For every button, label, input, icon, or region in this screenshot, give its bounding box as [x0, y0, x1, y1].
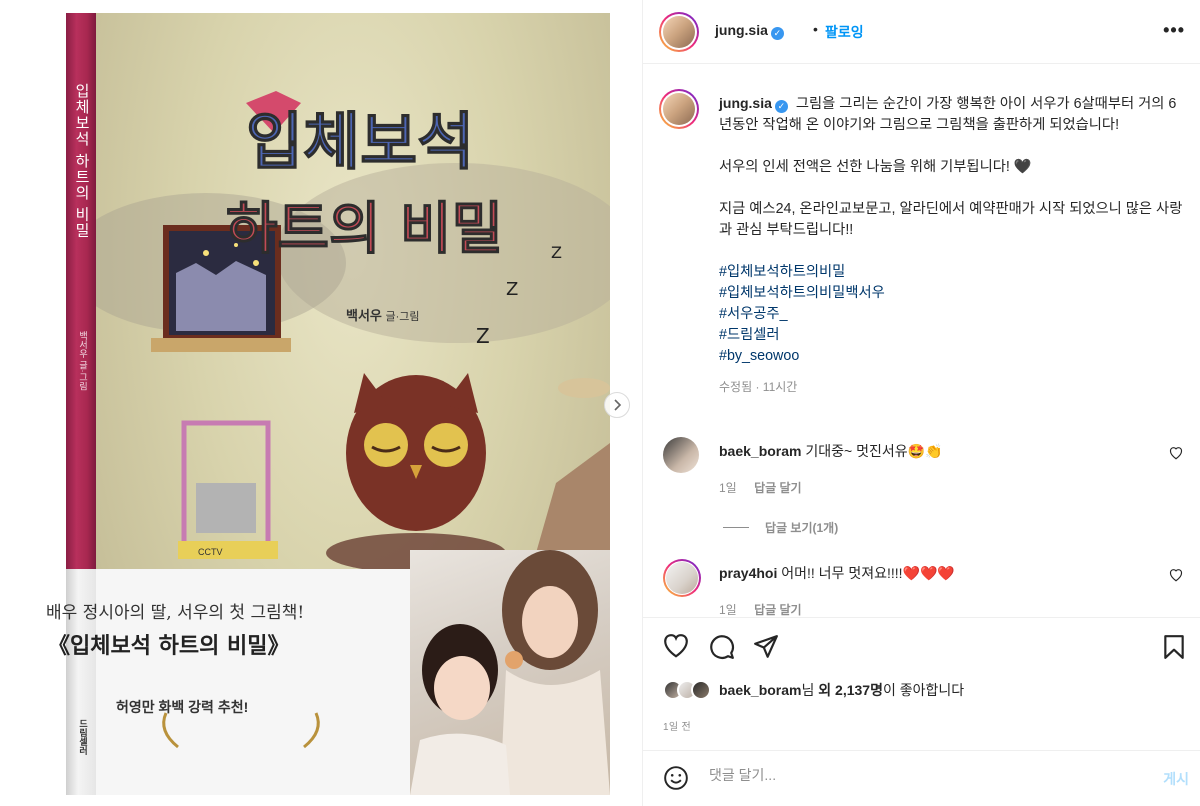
- chevron-right-icon: [614, 399, 622, 411]
- caption-avatar-ring[interactable]: [659, 89, 699, 129]
- cover-title-line1: 입체보석: [246, 105, 474, 178]
- cover-title-line2: 하트의 비밀: [226, 197, 503, 262]
- svg-text:Z: Z: [476, 324, 490, 348]
- mother-daughter-photo: [410, 550, 610, 795]
- header-separator: •: [813, 21, 818, 37]
- post-caption: jung.sia ✓ 그림을 그리는 순간이 가장 행복한 아이 서우가 6살때부…: [719, 93, 1189, 398]
- cover-illustration: CCTV Z Z Z 입체보석 하트의 비밀: [96, 91, 610, 573]
- spine-author: 백서우 글·그림: [78, 331, 88, 391]
- like-heart-icon[interactable]: [663, 634, 689, 658]
- book-spine: 입체보석 하트의 비밀 백서우 글·그림 드림셀러: [66, 13, 96, 795]
- view-replies-button[interactable]: 답글 보기(1개): [723, 519, 838, 536]
- verified-badge-icon: ✓: [770, 27, 784, 40]
- book-cover-image: 입체보석 하트의 비밀 백서우 글·그림 드림셀러 CCTV Z Z Z 입체보…: [66, 13, 610, 795]
- add-comment-bar: 게시: [643, 750, 1200, 806]
- cctv-label: CCTV: [198, 547, 223, 557]
- header-username-wrap[interactable]: jung.sia ✓: [715, 22, 784, 40]
- commenter-avatar[interactable]: [666, 562, 698, 594]
- post-panel: jung.sia ✓ • 팔로잉 ••• jung.sia ✓ 그림을 그리는 순간…: [642, 0, 1200, 806]
- caption-meta: 수정됨 · 11시간: [719, 380, 798, 394]
- cover-band-title: 《입체보석 하트의 비밀》: [48, 633, 290, 659]
- reply-button[interactable]: 답글 달기: [754, 481, 802, 495]
- share-paper-plane-icon[interactable]: [753, 634, 779, 660]
- caption-text-2: 서우의 인세 전액은 선한 나눔을 위해 기부됩니다! 🖤: [719, 159, 1032, 175]
- comment-input[interactable]: [709, 767, 1129, 783]
- likes-count[interactable]: 외 2,137명: [818, 682, 883, 698]
- likes-suffix-2: 이 좋아합니다: [882, 682, 965, 698]
- hashtag-link[interactable]: #입체보석하트의비밀: [719, 262, 1189, 283]
- spine-title: 입체보석 하트의 비밀: [73, 83, 91, 239]
- caption-text-1: 그림을 그리는 순간이 가장 행복한 아이 서우가 6살때부터 거의 6년동안 …: [719, 96, 1177, 133]
- likes-suffix-1: 님: [801, 682, 819, 698]
- more-options-icon[interactable]: •••: [1163, 20, 1185, 41]
- comment-text-wrap: baek_boram 기대중~ 멋진서유🤩👏: [719, 441, 942, 461]
- comment-username[interactable]: baek_boram: [719, 443, 801, 459]
- view-replies-line: [723, 527, 749, 528]
- caption-text-3: 지금 예스24, 온라인교보문고, 알라딘에서 예약판매가 시작 되었으니 많은…: [719, 201, 1183, 238]
- comment-meta: 1일 답글 달기: [719, 601, 816, 617]
- hashtag-link[interactable]: #드림셀러: [719, 325, 1189, 346]
- commenter-avatar[interactable]: [663, 437, 699, 473]
- likes-summary[interactable]: baek_boram님 외 2,137명이 좋아합니다: [663, 680, 964, 700]
- hashtag-link[interactable]: #by_seowoo: [719, 346, 1189, 367]
- author-avatar[interactable]: [663, 16, 695, 48]
- likes-text[interactable]: baek_boram님 외 2,137명이 좋아합니다: [719, 680, 964, 700]
- svg-text:Z: Z: [551, 243, 562, 262]
- caption-avatar[interactable]: [663, 93, 695, 125]
- comment-bubble-icon[interactable]: [709, 634, 735, 660]
- cover-author-suffix: 글·그림: [385, 311, 420, 323]
- liker-avatar: [691, 680, 711, 700]
- post-comment-button[interactable]: 게시: [1163, 769, 1189, 789]
- comment-time[interactable]: 1일: [719, 603, 737, 617]
- caption-username[interactable]: jung.sia: [719, 95, 772, 111]
- cover-author-name: 백서우: [346, 308, 382, 323]
- comment-meta: 1일 답글 달기: [719, 479, 816, 496]
- save-bookmark-icon[interactable]: [1163, 634, 1185, 660]
- svg-text:Z: Z: [506, 279, 518, 300]
- cover-author: 백서우 글·그림: [346, 305, 420, 324]
- comment-text-wrap: pray4hoi 어머!! 너무 멋져요!!!!❤️❤️❤️: [719, 563, 955, 583]
- book-front-cover: CCTV Z Z Z 입체보석 하트의 비밀 백서우 글·그림: [96, 13, 610, 795]
- verified-badge-icon: ✓: [774, 100, 788, 113]
- comment-time[interactable]: 1일: [719, 481, 737, 495]
- next-image-button[interactable]: [604, 392, 630, 418]
- comment-text: 어머!! 너무 멋져요!!!!❤️❤️❤️: [781, 565, 955, 581]
- emoji-icon[interactable]: [663, 765, 689, 791]
- cover-recommendation: 허영만 화백 강력 추천!: [116, 699, 249, 715]
- comment-username[interactable]: pray4hoi: [719, 565, 777, 581]
- post-media[interactable]: 입체보석 하트의 비밀 백서우 글·그림 드림셀러 CCTV Z Z Z 입체보…: [0, 0, 642, 806]
- header-username[interactable]: jung.sia: [715, 22, 768, 38]
- hashtag-list: #입체보석하트의비밀 #입체보석하트의비밀백서우 #서우공주_ #드림셀러 #b…: [719, 262, 1189, 367]
- author-avatar-ring[interactable]: [659, 12, 699, 52]
- cover-band-tagline: 배우 정시아의 딸, 서우의 첫 그림책!: [46, 603, 305, 623]
- spine-publisher: 드림셀러: [78, 719, 88, 755]
- comments-area[interactable]: jung.sia ✓ 그림을 그리는 순간이 가장 행복한 아이 서우가 6살때부…: [643, 65, 1200, 617]
- hashtag-link[interactable]: #입체보석하트의비밀백서우: [719, 283, 1189, 304]
- post-header: jung.sia ✓ • 팔로잉 •••: [643, 0, 1200, 64]
- likes-first-user[interactable]: baek_boram: [719, 682, 801, 698]
- commenter-avatar-ring[interactable]: [663, 559, 701, 597]
- comment-like-heart-icon[interactable]: [1169, 447, 1183, 460]
- comment-text: 기대중~ 멋진서유🤩👏: [805, 443, 943, 459]
- view-replies-label[interactable]: 답글 보기(1개): [765, 519, 838, 536]
- reply-button[interactable]: 답글 달기: [754, 603, 802, 617]
- comment-like-heart-icon[interactable]: [1169, 569, 1183, 582]
- hashtag-link[interactable]: #서우공주_: [719, 304, 1189, 325]
- post-timestamp[interactable]: 1일 전: [663, 718, 691, 733]
- following-button[interactable]: 팔로잉: [825, 22, 864, 42]
